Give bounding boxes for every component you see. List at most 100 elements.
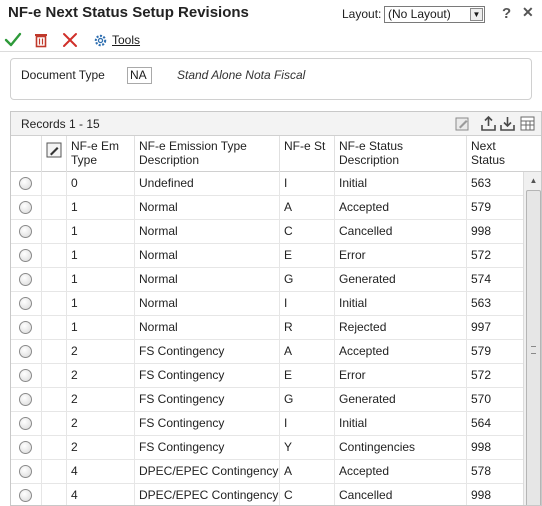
cell-em-description[interactable]: FS Contingency bbox=[134, 388, 279, 412]
header-nfe-st[interactable]: NF-e St bbox=[279, 136, 334, 172]
tools-button[interactable]: Tools bbox=[93, 31, 140, 49]
row-radio-button[interactable] bbox=[19, 177, 32, 190]
cell-em-description[interactable]: Normal bbox=[134, 316, 279, 340]
cell-next-status[interactable]: 563 bbox=[466, 292, 523, 316]
table-row[interactable]: 2 FS Contingency I Initial 564 bbox=[11, 412, 523, 436]
scrollbar-thumb[interactable] bbox=[526, 190, 541, 505]
more-options-icon[interactable]: ✕ bbox=[522, 4, 534, 21]
cell-status-description[interactable]: Initial bbox=[334, 292, 466, 316]
cell-em-description[interactable]: Normal bbox=[134, 244, 279, 268]
cell-status[interactable]: G bbox=[279, 388, 334, 412]
cell-status[interactable]: E bbox=[279, 364, 334, 388]
cell-status-description[interactable]: Initial bbox=[334, 172, 466, 196]
row-radio-button[interactable] bbox=[19, 489, 32, 502]
cell-status[interactable]: A bbox=[279, 196, 334, 220]
cell-em-description[interactable]: FS Contingency bbox=[134, 364, 279, 388]
header-next-status[interactable]: Next Status bbox=[466, 136, 523, 172]
header-status-description[interactable]: NF-e Status Description bbox=[334, 136, 466, 172]
cell-status-description[interactable]: Rejected bbox=[334, 316, 466, 340]
cell-em-type[interactable]: 2 bbox=[66, 412, 134, 436]
cell-status[interactable]: A bbox=[279, 460, 334, 484]
row-radio-button[interactable] bbox=[19, 249, 32, 262]
row-radio-button[interactable] bbox=[19, 321, 32, 334]
import-icon[interactable] bbox=[499, 115, 516, 132]
cell-status-description[interactable]: Accepted bbox=[334, 340, 466, 364]
cell-em-type[interactable]: 2 bbox=[66, 388, 134, 412]
cell-em-type[interactable]: 2 bbox=[66, 436, 134, 460]
cell-status[interactable]: G bbox=[279, 268, 334, 292]
cell-next-status[interactable]: 574 bbox=[466, 268, 523, 292]
cell-next-status[interactable]: 563 bbox=[466, 172, 523, 196]
cell-em-type[interactable]: 1 bbox=[66, 220, 134, 244]
cell-next-status[interactable]: 572 bbox=[466, 244, 523, 268]
cell-status-description[interactable]: Generated bbox=[334, 268, 466, 292]
cell-next-status[interactable]: 570 bbox=[466, 388, 523, 412]
table-row[interactable]: 2 FS Contingency A Accepted 579 bbox=[11, 340, 523, 364]
cell-status[interactable]: A bbox=[279, 340, 334, 364]
cell-next-status[interactable]: 998 bbox=[466, 436, 523, 460]
row-radio-button[interactable] bbox=[19, 225, 32, 238]
cell-em-description[interactable]: Undefined bbox=[134, 172, 279, 196]
cell-em-type[interactable]: 4 bbox=[66, 460, 134, 484]
cell-status-description[interactable]: Error bbox=[334, 364, 466, 388]
table-row[interactable]: 2 FS Contingency G Generated 570 bbox=[11, 388, 523, 412]
row-radio-button[interactable] bbox=[19, 201, 32, 214]
cell-em-description[interactable]: Normal bbox=[134, 292, 279, 316]
cell-status-description[interactable]: Contingencies bbox=[334, 436, 466, 460]
help-icon[interactable]: ? bbox=[502, 5, 511, 22]
cell-status[interactable]: I bbox=[279, 412, 334, 436]
cell-em-type[interactable]: 2 bbox=[66, 364, 134, 388]
cell-status[interactable]: C bbox=[279, 220, 334, 244]
row-radio-button[interactable] bbox=[19, 273, 32, 286]
cell-em-type[interactable]: 1 bbox=[66, 196, 134, 220]
cell-em-description[interactable]: DPEC/EPEC Contingency bbox=[134, 484, 279, 505]
cell-next-status[interactable]: 997 bbox=[466, 316, 523, 340]
layout-select[interactable]: (No Layout) ▼ bbox=[384, 6, 485, 23]
row-radio-button[interactable] bbox=[19, 297, 32, 310]
header-emission-type-description[interactable]: NF-e Emission Type Description bbox=[134, 136, 279, 172]
cell-em-type[interactable]: 0 bbox=[66, 172, 134, 196]
cell-em-type[interactable]: 1 bbox=[66, 316, 134, 340]
cell-status-description[interactable]: Error bbox=[334, 244, 466, 268]
cell-next-status[interactable]: 578 bbox=[466, 460, 523, 484]
cell-em-type[interactable]: 1 bbox=[66, 292, 134, 316]
table-row[interactable]: 4 DPEC/EPEC Contingency C Cancelled 998 bbox=[11, 484, 523, 505]
table-row[interactable]: 1 Normal C Cancelled 998 bbox=[11, 220, 523, 244]
cell-next-status[interactable]: 579 bbox=[466, 196, 523, 220]
vertical-scrollbar[interactable]: ▲ bbox=[523, 172, 541, 505]
cell-status-description[interactable]: Generated bbox=[334, 388, 466, 412]
cell-em-type[interactable]: 2 bbox=[66, 340, 134, 364]
row-radio-button[interactable] bbox=[19, 369, 32, 382]
export-icon[interactable] bbox=[480, 115, 497, 132]
cell-em-description[interactable]: FS Contingency bbox=[134, 340, 279, 364]
cell-em-type[interactable]: 1 bbox=[66, 244, 134, 268]
table-row[interactable]: 0 Undefined I Initial 563 bbox=[11, 172, 523, 196]
cell-status[interactable]: I bbox=[279, 292, 334, 316]
cell-em-type[interactable]: 1 bbox=[66, 268, 134, 292]
table-row[interactable]: 1 Normal E Error 572 bbox=[11, 244, 523, 268]
table-row[interactable]: 1 Normal R Rejected 997 bbox=[11, 316, 523, 340]
cell-status-description[interactable]: Cancelled bbox=[334, 484, 466, 505]
cell-next-status[interactable]: 564 bbox=[466, 412, 523, 436]
table-row[interactable]: 1 Normal I Initial 563 bbox=[11, 292, 523, 316]
row-radio-button[interactable] bbox=[19, 417, 32, 430]
cell-next-status[interactable]: 998 bbox=[466, 220, 523, 244]
cell-next-status[interactable]: 998 bbox=[466, 484, 523, 505]
chevron-down-icon[interactable]: ▼ bbox=[470, 8, 483, 21]
table-row[interactable]: 1 Normal G Generated 574 bbox=[11, 268, 523, 292]
cell-em-type[interactable]: 4 bbox=[66, 484, 134, 505]
table-row[interactable]: 2 FS Contingency Y Contingencies 998 bbox=[11, 436, 523, 460]
cell-em-description[interactable]: DPEC/EPEC Contingency bbox=[134, 460, 279, 484]
header-nfe-em-type[interactable]: NF-e Em Type bbox=[66, 136, 134, 172]
cell-em-description[interactable]: FS Contingency bbox=[134, 412, 279, 436]
cancel-button[interactable] bbox=[61, 31, 79, 49]
row-radio-button[interactable] bbox=[19, 441, 32, 454]
grid-view-icon[interactable] bbox=[519, 115, 536, 132]
cell-status-description[interactable]: Initial bbox=[334, 412, 466, 436]
delete-button[interactable] bbox=[32, 31, 50, 49]
cell-em-description[interactable]: Normal bbox=[134, 196, 279, 220]
document-type-field[interactable]: NA bbox=[127, 67, 152, 84]
cell-em-description[interactable]: FS Contingency bbox=[134, 436, 279, 460]
row-radio-button[interactable] bbox=[19, 465, 32, 478]
ok-button[interactable] bbox=[4, 31, 22, 49]
